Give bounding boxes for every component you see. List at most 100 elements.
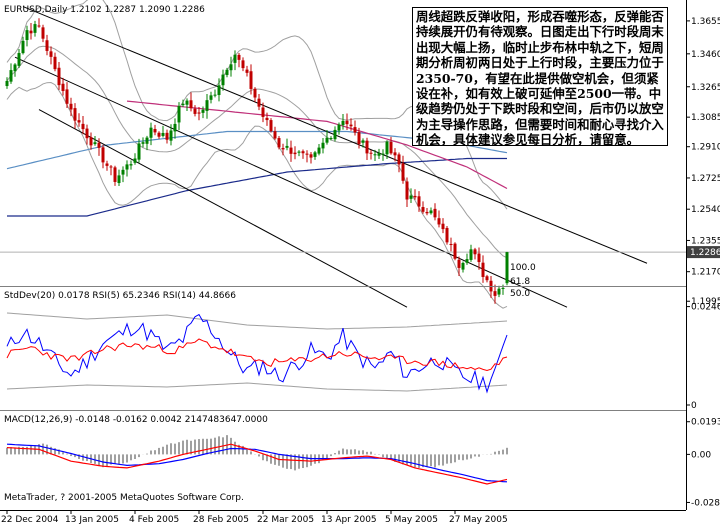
candle-body[interactable] bbox=[445, 227, 449, 243]
candle-body[interactable] bbox=[81, 123, 85, 130]
candle-body[interactable] bbox=[317, 147, 321, 154]
candle-body[interactable] bbox=[89, 137, 93, 146]
candle-body[interactable] bbox=[65, 89, 69, 104]
candle-body[interactable] bbox=[405, 181, 409, 200]
candle-body[interactable] bbox=[125, 164, 129, 170]
candle-body[interactable] bbox=[265, 117, 269, 121]
candle-body[interactable] bbox=[429, 210, 433, 214]
candle-body[interactable] bbox=[309, 154, 313, 158]
candle-body[interactable] bbox=[101, 147, 105, 163]
candle-body[interactable] bbox=[77, 120, 81, 123]
candle-body[interactable] bbox=[13, 64, 17, 72]
candle-body[interactable] bbox=[377, 152, 381, 156]
candle-body[interactable] bbox=[221, 74, 225, 86]
candle-body[interactable] bbox=[169, 130, 173, 141]
candle-body[interactable] bbox=[197, 112, 201, 114]
candle-body[interactable] bbox=[457, 259, 461, 268]
candle-body[interactable] bbox=[113, 167, 117, 182]
candle-body[interactable] bbox=[465, 259, 469, 263]
candle-body[interactable] bbox=[349, 124, 353, 127]
candle-body[interactable] bbox=[273, 131, 277, 139]
candle-body[interactable] bbox=[321, 142, 325, 149]
candle-body[interactable] bbox=[453, 243, 457, 259]
candle-body[interactable] bbox=[213, 94, 217, 96]
candle-body[interactable] bbox=[345, 120, 349, 125]
candle-body[interactable] bbox=[501, 287, 505, 289]
candle-body[interactable] bbox=[381, 153, 385, 155]
candle-body[interactable] bbox=[301, 151, 305, 154]
candle-body[interactable] bbox=[161, 132, 165, 136]
candle-body[interactable] bbox=[141, 142, 145, 144]
candle-body[interactable] bbox=[241, 60, 245, 69]
candle-body[interactable] bbox=[357, 132, 361, 145]
candle-body[interactable] bbox=[145, 137, 149, 144]
candle-body[interactable] bbox=[373, 154, 377, 156]
candle-body[interactable] bbox=[401, 163, 405, 181]
candle-body[interactable] bbox=[153, 128, 157, 133]
candle-body[interactable] bbox=[21, 40, 25, 54]
candle-body[interactable] bbox=[133, 158, 137, 163]
candle-body[interactable] bbox=[393, 152, 397, 156]
candle-body[interactable] bbox=[217, 85, 221, 96]
candle-body[interactable] bbox=[61, 83, 65, 91]
candle-body[interactable] bbox=[181, 103, 185, 106]
candle-body[interactable] bbox=[245, 69, 249, 73]
candle-body[interactable] bbox=[433, 208, 437, 218]
candle-body[interactable] bbox=[353, 127, 357, 133]
candle-body[interactable] bbox=[177, 106, 181, 123]
candle-body[interactable] bbox=[341, 120, 345, 126]
candle-body[interactable] bbox=[149, 127, 153, 138]
candle-body[interactable] bbox=[173, 123, 177, 132]
candle-body[interactable] bbox=[201, 109, 205, 113]
candle-body[interactable] bbox=[37, 25, 41, 27]
candle-body[interactable] bbox=[73, 108, 77, 121]
candle-body[interactable] bbox=[157, 132, 161, 137]
candle-body[interactable] bbox=[485, 276, 489, 281]
candle-body[interactable] bbox=[93, 142, 97, 145]
candle-body[interactable] bbox=[237, 54, 241, 60]
candle-body[interactable] bbox=[17, 53, 21, 66]
candle-body[interactable] bbox=[185, 100, 189, 105]
candle-body[interactable] bbox=[421, 207, 425, 212]
candle-body[interactable] bbox=[269, 120, 273, 132]
candle-body[interactable] bbox=[397, 154, 401, 165]
candle-body[interactable] bbox=[97, 142, 101, 148]
candle-body[interactable] bbox=[473, 249, 477, 255]
candle-body[interactable] bbox=[129, 164, 133, 166]
candle-body[interactable] bbox=[413, 195, 417, 198]
candle-body[interactable] bbox=[277, 138, 281, 148]
candle-body[interactable] bbox=[289, 147, 293, 154]
candle-body[interactable] bbox=[41, 27, 45, 39]
candle-body[interactable] bbox=[325, 137, 329, 143]
candle-body[interactable] bbox=[409, 195, 413, 199]
candle-body[interactable] bbox=[469, 249, 473, 260]
candle-body[interactable] bbox=[497, 288, 501, 295]
candle-body[interactable] bbox=[441, 223, 445, 230]
rsi-fast-line[interactable] bbox=[6, 313, 508, 394]
candle-body[interactable] bbox=[449, 243, 453, 245]
candle-body[interactable] bbox=[25, 30, 29, 41]
candle-body[interactable] bbox=[29, 30, 33, 34]
candle-body[interactable] bbox=[477, 253, 481, 263]
candle-body[interactable] bbox=[85, 128, 89, 139]
candle-body[interactable] bbox=[437, 218, 441, 225]
candle-body[interactable] bbox=[5, 80, 9, 87]
candle-body[interactable] bbox=[189, 100, 193, 109]
candle-body[interactable] bbox=[193, 108, 197, 114]
candle-body[interactable] bbox=[117, 175, 121, 184]
candle-body[interactable] bbox=[205, 100, 209, 111]
candle-body[interactable] bbox=[329, 138, 333, 140]
candle-body[interactable] bbox=[209, 95, 213, 100]
candle-body[interactable] bbox=[297, 151, 301, 153]
candle-body[interactable] bbox=[417, 196, 421, 207]
candle-body[interactable] bbox=[33, 24, 37, 33]
candle-body[interactable] bbox=[229, 64, 233, 71]
candle-body[interactable] bbox=[281, 148, 285, 150]
candle-body[interactable] bbox=[165, 132, 169, 140]
candle-body[interactable] bbox=[493, 291, 497, 296]
candle-body[interactable] bbox=[505, 252, 509, 284]
candle-body[interactable] bbox=[225, 69, 229, 75]
candle-body[interactable] bbox=[253, 88, 257, 98]
candle-body[interactable] bbox=[137, 143, 141, 160]
macd-pane[interactable]: MACD(12,26,9) -0.0148 -0.0162 0.0042 214… bbox=[4, 415, 508, 503]
